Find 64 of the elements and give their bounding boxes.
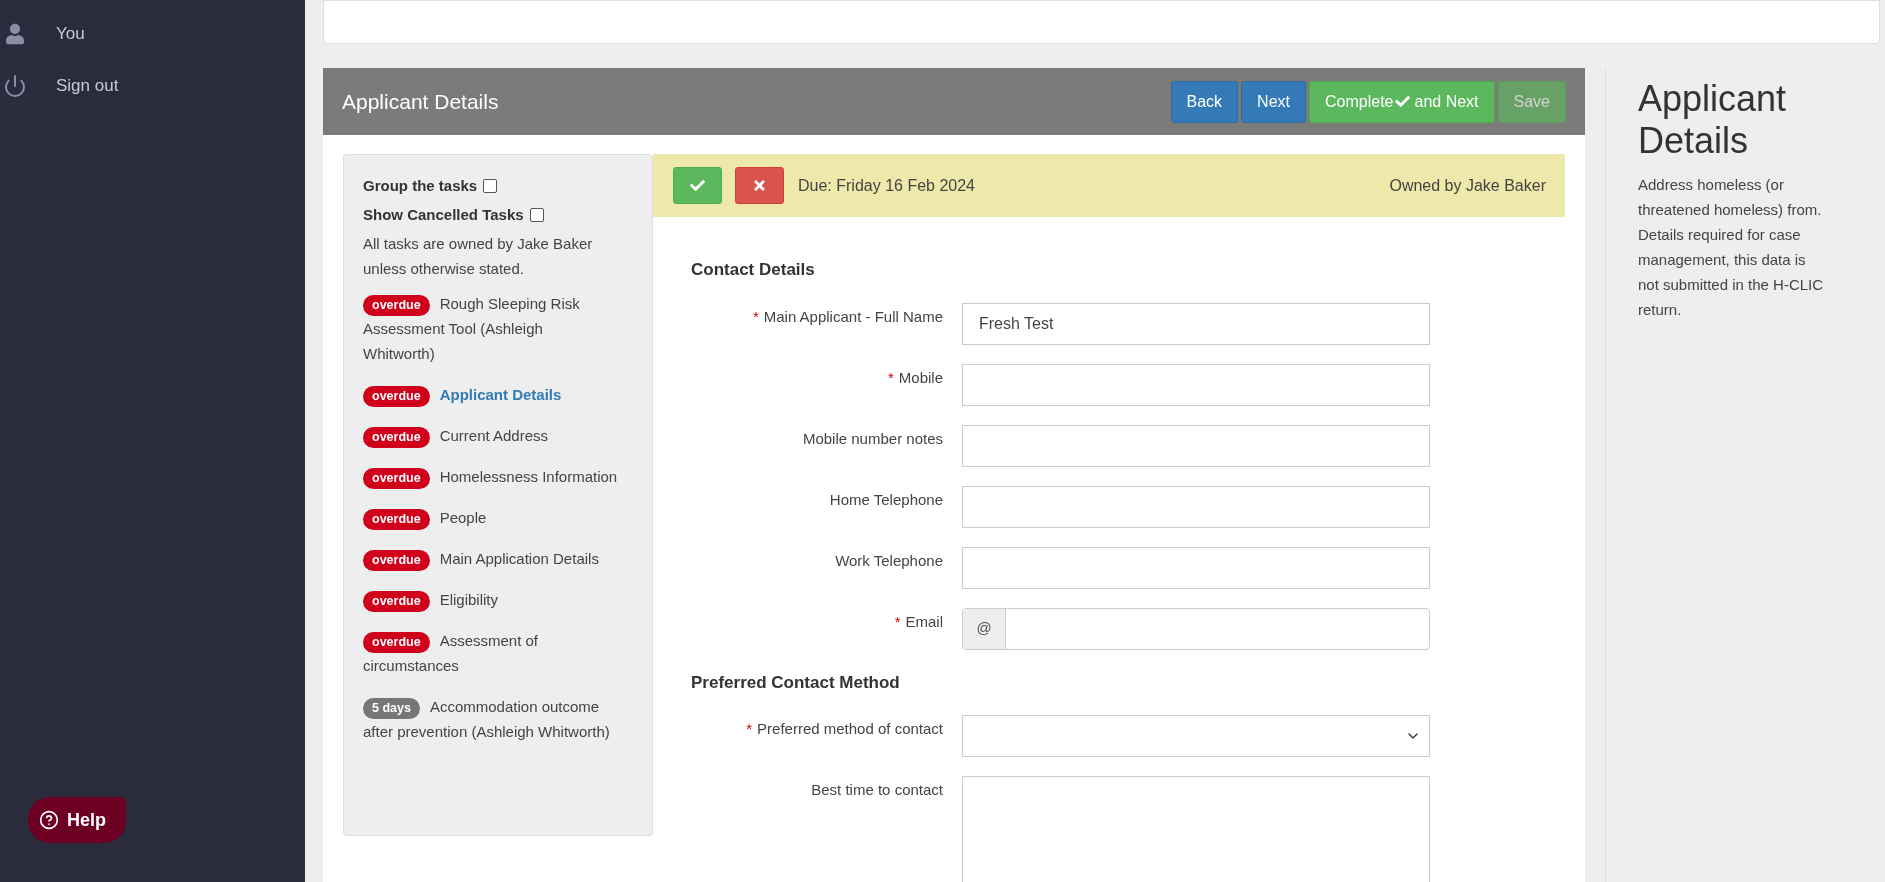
field-label: Email [905, 611, 943, 632]
help-text: Address homeless (or threatened homeless) from. Details required for case management, this data is not submitted in the H-CLIC return. [1638, 175, 1825, 320]
task-link[interactable]: overdue Eligibility [363, 587, 618, 612]
status-badge: overdue [363, 386, 430, 407]
complete-button[interactable] [673, 167, 722, 204]
tasks-note: All tasks are owned by Jake Baker unless otherwise stated. [363, 234, 594, 279]
status-badge: overdue [363, 550, 430, 571]
action-button[interactable]: Next [1241, 80, 1306, 123]
task-link[interactable]: overdue Assessment of circumstances [363, 628, 618, 678]
task-link[interactable]: overdue Homelessness Information [363, 464, 618, 489]
text-field[interactable] [962, 546, 1430, 589]
sidebar-link[interactable]: You [56, 21, 85, 47]
required-mark: * [894, 611, 901, 632]
field-label: Best time to contact [811, 780, 943, 800]
power-icon [3, 74, 27, 98]
field-label: Work Telephone [835, 550, 943, 571]
checkbox[interactable] [529, 207, 544, 222]
section-heading: Contact Details [691, 259, 816, 281]
field-label: Mobile number notes [802, 428, 943, 449]
task-link[interactable]: overdue People [363, 505, 618, 530]
required-mark: * [746, 719, 753, 739]
required-mark: * [887, 367, 894, 388]
user-icon [6, 23, 24, 45]
email-field[interactable]: @ [962, 607, 1430, 650]
action-button[interactable]: Back [1170, 80, 1239, 123]
text-field[interactable]: Fresh Test [962, 302, 1430, 345]
select-field[interactable] [962, 715, 1430, 757]
owner-text: Owned by Jake Baker [1389, 175, 1546, 196]
panel-title: Applicant Details [342, 88, 499, 115]
help-title: Applicant Details [1638, 78, 1788, 162]
section-heading: Preferred Contact Method [691, 671, 901, 694]
task-link[interactable]: overdue Current Address [363, 423, 618, 448]
text-field[interactable] [962, 485, 1430, 528]
required-mark: * [752, 306, 759, 327]
field-label: Mobile [898, 367, 943, 388]
status-badge: overdue [363, 427, 430, 448]
option-label: Group the tasks [363, 176, 478, 196]
status-badge: 5 days [363, 698, 420, 719]
task-link[interactable]: overdue Applicant Details [363, 382, 618, 407]
task-link[interactable]: overdue Rough Sleeping Risk Assessment Tool (Ashleigh Whitworth) [363, 291, 618, 366]
option-label: Show Cancelled Tasks [363, 205, 524, 225]
check-icon [690, 178, 705, 193]
status-badge: overdue [363, 468, 430, 489]
field-label: Main Applicant - Full Name [763, 306, 943, 327]
cancel-button[interactable] [735, 167, 784, 204]
task-link[interactable]: overdue Main Application Details [363, 546, 618, 571]
field-label: Preferred method of contact [757, 719, 943, 739]
checkbox[interactable] [483, 178, 498, 193]
help-button[interactable]: Help [28, 797, 126, 843]
sidebar-link[interactable]: Sign out [56, 73, 119, 99]
check-icon [1395, 94, 1411, 109]
text-field[interactable] [962, 424, 1430, 467]
field-label: Home Telephone [829, 489, 943, 510]
at-addon: @ [963, 608, 1006, 649]
status-badge: overdue [363, 591, 430, 612]
textarea-field[interactable] [962, 776, 1430, 882]
help-icon [39, 810, 59, 830]
task-link[interactable]: 5 days Accommodation outcome after prevention (Ashleigh Whitworth) [363, 694, 618, 744]
close-icon [752, 178, 767, 193]
status-badge: overdue [363, 632, 430, 653]
status-badge: overdue [363, 509, 430, 530]
due-date: Due: Friday 16 Feb 2024 [798, 175, 975, 196]
status-badge: overdue [363, 295, 430, 316]
text-field[interactable] [962, 363, 1430, 406]
